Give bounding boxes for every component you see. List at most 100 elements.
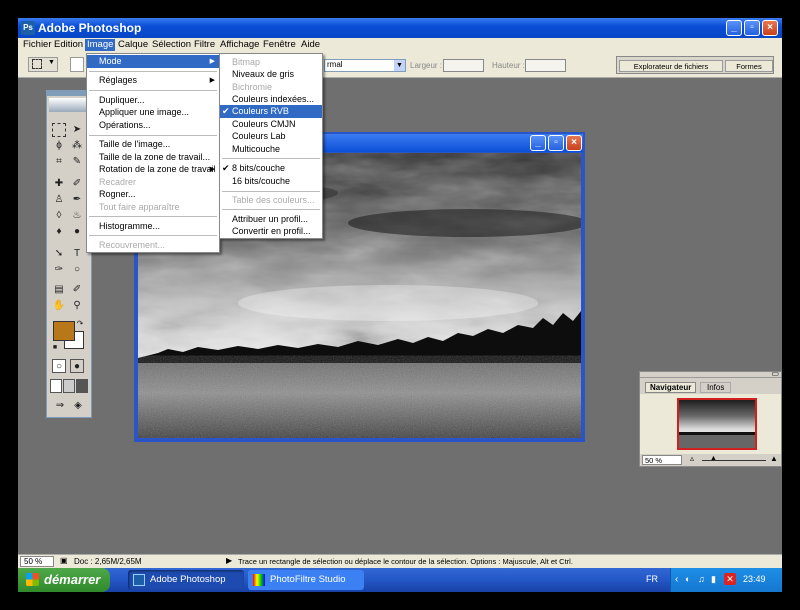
navigator-minimize-icon[interactable]: ▭ xyxy=(771,369,779,378)
navigator-zoom-input[interactable]: 50 % xyxy=(642,455,682,465)
doc-minimize-button[interactable]: _ xyxy=(530,135,546,151)
navigator-thumbnail[interactable] xyxy=(677,398,757,450)
menu-item-appliquer-image[interactable]: Appliquer une image... xyxy=(87,106,219,119)
quick-mask-icon[interactable]: ● xyxy=(70,359,84,373)
menu-item-rogner[interactable]: Rogner... xyxy=(87,188,219,201)
jump-to-imageready-icon[interactable]: ⇒ xyxy=(51,399,69,413)
style-select[interactable]: rmal ▼ xyxy=(324,59,406,72)
path-selection-icon[interactable]: ➘ xyxy=(52,247,66,261)
tab-formes[interactable]: Formes xyxy=(725,60,773,72)
menu-separator xyxy=(89,135,217,136)
new-selection-icon[interactable] xyxy=(70,57,84,72)
eyedropper-icon[interactable]: ✐ xyxy=(70,283,84,297)
blur-tool-icon[interactable]: ♦ xyxy=(52,225,66,239)
toolbox-titlebar[interactable] xyxy=(47,91,91,96)
tab-explorateur[interactable]: Explorateur de fichiers xyxy=(619,60,723,72)
mode-item-multicouche[interactable]: Multicouche xyxy=(220,143,322,156)
menu-edition[interactable]: Edition xyxy=(52,39,85,51)
menu-affichage[interactable]: Affichage xyxy=(218,39,261,51)
title-bar[interactable]: Ps Adobe Photoshop _ ▫ × xyxy=(18,18,782,38)
menu-fenetre[interactable]: Fenêtre xyxy=(261,39,298,51)
dodge-tool-icon[interactable]: ● xyxy=(70,225,84,239)
antivirus-icon[interactable]: ✕ xyxy=(724,573,736,585)
mode-item-convertir-profil[interactable]: Convertir en profil... xyxy=(220,225,322,238)
zoom-in-icon[interactable]: ▲ xyxy=(770,454,778,463)
doc-close-button[interactable]: × xyxy=(566,135,582,151)
start-button[interactable]: démarrer xyxy=(18,568,110,592)
swap-colors-icon[interactable]: ↷ xyxy=(75,319,85,329)
zoom-out-icon[interactable]: ▵ xyxy=(690,454,694,463)
maximize-button[interactable]: ▫ xyxy=(744,20,760,36)
pen-tool-icon[interactable]: ✑ xyxy=(52,263,66,277)
screen-mode-menu-icon[interactable] xyxy=(63,379,75,393)
magic-wand-icon[interactable]: ⁂ xyxy=(70,139,84,153)
chevron-down-icon: ▼ xyxy=(48,59,55,66)
zoom-tool-icon[interactable]: ⚲ xyxy=(70,299,84,313)
hauteur-label: Hauteur : xyxy=(492,61,525,70)
imageready-icon[interactable]: ◈ xyxy=(71,399,85,413)
clock[interactable]: 23:49 xyxy=(743,574,766,584)
menu-selection[interactable]: Sélection xyxy=(150,39,193,51)
lasso-tool-icon[interactable]: ϕ xyxy=(52,139,66,153)
slice-tool-icon[interactable]: ✎ xyxy=(70,155,84,169)
hauteur-input[interactable] xyxy=(525,59,566,72)
paint-bucket-icon[interactable]: ♨ xyxy=(70,209,84,223)
screen-mode-full-icon[interactable] xyxy=(76,379,88,393)
menu-item-operations[interactable]: Opérations... xyxy=(87,119,219,132)
menu-calque[interactable]: Calque xyxy=(116,39,150,51)
hand-tool-icon[interactable]: ✋ xyxy=(52,299,66,313)
mode-item-couleurs-rvb[interactable]: ✔ Couleurs RVB xyxy=(220,105,322,118)
tray-expand-icon[interactable]: ‹ xyxy=(675,574,678,585)
menu-separator xyxy=(89,235,217,236)
clone-stamp-icon[interactable]: ♙ xyxy=(52,193,66,207)
mode-item-couleurs-rvb-label: Couleurs RVB xyxy=(232,106,289,116)
chart-icon[interactable]: ▮ xyxy=(711,574,716,585)
close-button[interactable]: × xyxy=(762,20,778,36)
task-photofiltre[interactable]: PhotoFiltre Studio xyxy=(248,570,364,590)
default-colors-icon[interactable]: ■ xyxy=(51,344,59,352)
largeur-input[interactable] xyxy=(443,59,484,72)
eraser-tool-icon[interactable]: ◊ xyxy=(52,209,66,223)
move-tool-icon[interactable]: ➤ xyxy=(70,123,84,137)
menu-fichier[interactable]: Fichier xyxy=(21,39,54,51)
menu-item-rotation[interactable]: Rotation de la zone de travail ▶ xyxy=(87,163,219,176)
menu-item-mode[interactable]: Mode ▶ xyxy=(87,55,219,68)
mode-item-16bits[interactable]: 16 bits/couche xyxy=(220,175,322,188)
minimize-button[interactable]: _ xyxy=(726,20,742,36)
brush-tool-icon[interactable]: ✐ xyxy=(70,177,84,191)
notes-tool-icon[interactable]: ▤ xyxy=(52,283,66,297)
type-tool-icon[interactable]: T xyxy=(70,247,84,261)
task-adobe-photoshop[interactable]: Adobe Photoshop xyxy=(128,570,244,590)
marquee-tool-icon[interactable] xyxy=(52,123,66,137)
adobe-feather-icon[interactable] xyxy=(49,98,89,112)
menu-item-taille-image[interactable]: Taille de l'image... xyxy=(87,138,219,151)
dropdown-arrow-icon: ▼ xyxy=(394,60,405,71)
menu-image[interactable]: Image xyxy=(85,39,116,51)
standard-mode-icon[interactable]: ○ xyxy=(52,359,66,373)
mode-item-8bits[interactable]: ✔ 8 bits/couche xyxy=(220,162,322,175)
tab-infos[interactable]: Infos xyxy=(700,382,732,393)
language-indicator[interactable]: FR xyxy=(646,574,658,584)
status-arrow-icon[interactable]: ▶ xyxy=(226,556,232,565)
crop-tool-icon[interactable]: ⌗ xyxy=(52,155,66,169)
desktop-screen: Ps Adobe Photoshop _ ▫ × Fichier Edition… xyxy=(18,18,782,592)
doc-maximize-button[interactable]: ▫ xyxy=(548,135,564,151)
volume-icon[interactable]: ♫ xyxy=(698,574,705,584)
menu-aide[interactable]: Aide xyxy=(299,39,322,51)
navigator-titlebar[interactable]: ▭ xyxy=(640,369,781,378)
foreground-color-swatch[interactable] xyxy=(53,321,75,341)
mode-item-niveaux-gris[interactable]: Niveaux de gris xyxy=(220,68,322,81)
history-brush-icon[interactable]: ✒ xyxy=(70,193,84,207)
tab-navigateur[interactable]: Navigateur xyxy=(645,382,697,393)
status-zoom-input[interactable]: 50 % xyxy=(20,556,54,567)
network-icon[interactable]: ◐ xyxy=(685,574,690,584)
healing-brush-icon[interactable]: ✚ xyxy=(52,177,66,191)
menu-item-reglages[interactable]: Réglages ▶ xyxy=(87,74,219,87)
menu-item-histogramme[interactable]: Histogramme... xyxy=(87,220,219,233)
mode-item-couleurs-lab[interactable]: Couleurs Lab xyxy=(220,130,322,143)
marquee-tool-preset[interactable]: ▼ xyxy=(28,57,58,72)
screen-mode-standard-icon[interactable] xyxy=(50,379,62,393)
zoom-slider-thumb-icon[interactable]: ▲ xyxy=(710,455,717,462)
shape-tool-icon[interactable]: ○ xyxy=(70,263,84,277)
menu-filtre[interactable]: Filtre xyxy=(192,39,217,51)
